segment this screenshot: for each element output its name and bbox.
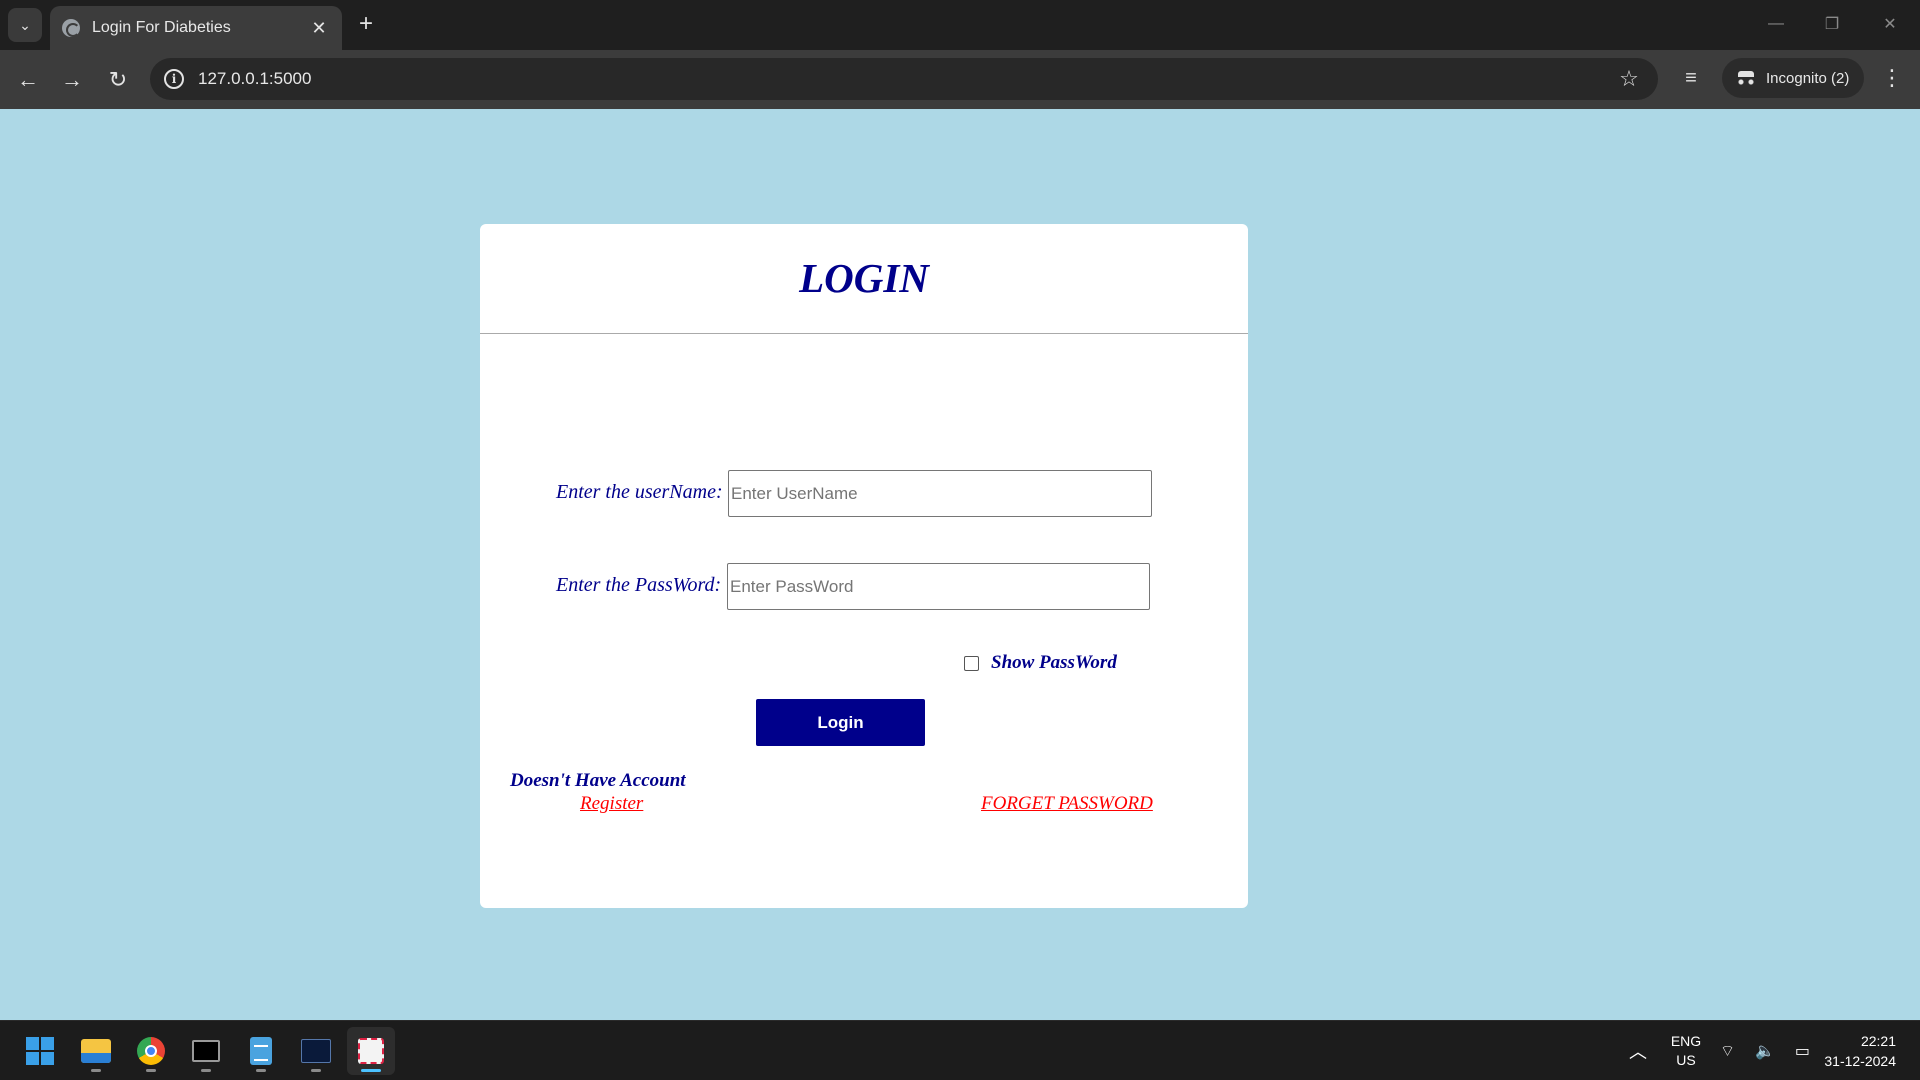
back-button[interactable]: ← xyxy=(12,64,44,96)
incognito-label: Incognito (2) xyxy=(1766,69,1850,87)
close-tab-icon[interactable]: ✕ xyxy=(308,17,330,39)
incognito-indicator[interactable]: Incognito (2) xyxy=(1722,58,1864,98)
chevron-down-icon: ⌄ xyxy=(19,16,31,33)
browser-menu-icon[interactable]: ⋮ xyxy=(1880,63,1904,93)
show-password-checkbox[interactable] xyxy=(964,655,979,671)
bookmark-star-icon[interactable]: ☆ xyxy=(1614,64,1644,94)
battery-icon[interactable]: ▭ xyxy=(1795,1041,1810,1061)
show-password-label: Show PassWord xyxy=(991,652,1117,673)
globe-icon xyxy=(62,19,80,37)
password-label: Enter the PassWord: xyxy=(556,574,722,596)
tab-active[interactable]: Login For Diabeties ✕ xyxy=(50,6,342,50)
incognito-icon xyxy=(1736,71,1756,85)
taskbar: ︿ ENG US ⌔ 🔈 ▭ 22:21 31-12-2024 xyxy=(0,1020,1920,1080)
taskbar-chrome[interactable] xyxy=(127,1027,175,1075)
no-account-text: Doesn't Have Account xyxy=(510,770,686,791)
close-window-button[interactable]: ✕ xyxy=(1870,10,1910,38)
folder-icon xyxy=(81,1039,111,1063)
forget-password-link[interactable]: FORGET PASSWORD xyxy=(981,793,1153,815)
language-code: ENG xyxy=(1670,1033,1702,1049)
browser-toolbar: ← → ↻ i 127.0.0.1:5000 ☆ xyxy=(0,50,1920,109)
minimize-button[interactable]: — xyxy=(1756,10,1796,38)
tab-search-button[interactable]: ⌄ xyxy=(8,8,42,42)
windows-logo-icon xyxy=(26,1037,54,1065)
region-code: US xyxy=(1676,1052,1696,1068)
media-controls-icon[interactable]: ≡ xyxy=(1676,63,1706,93)
tab-title: Login For Diabeties xyxy=(92,19,231,36)
taskbar-notepad[interactable] xyxy=(237,1027,285,1075)
password-input[interactable] xyxy=(727,563,1150,610)
reload-button[interactable]: ↻ xyxy=(102,64,134,96)
running-indicator xyxy=(146,1069,156,1072)
snipping-tool-icon xyxy=(358,1038,384,1064)
url-text[interactable]: 127.0.0.1:5000 xyxy=(198,69,1614,89)
mysql-icon xyxy=(301,1039,331,1063)
tab-strip: ⌄ Login For Diabeties ✕ + — ❐ ✕ xyxy=(0,0,1920,50)
login-card: LOGIN Enter the userName: Enter the Pass… xyxy=(480,224,1248,908)
taskbar-mysql-workbench[interactable] xyxy=(292,1027,340,1075)
system-tray[interactable]: ⌔ 🔈 ▭ xyxy=(1720,1021,1810,1080)
site-info-icon[interactable]: i xyxy=(164,69,184,89)
volume-icon[interactable]: 🔈 xyxy=(1755,1041,1775,1061)
running-indicator xyxy=(201,1069,211,1072)
browser-chrome: ⌄ Login For Diabeties ✕ + — ❐ ✕ ← → ↻ i … xyxy=(0,0,1920,109)
restore-button[interactable]: ❐ xyxy=(1812,10,1852,38)
new-tab-button[interactable]: + xyxy=(352,10,380,38)
running-indicator xyxy=(91,1069,101,1072)
running-indicator xyxy=(311,1069,321,1072)
clock-date: 31-12-2024 xyxy=(1824,1053,1896,1069)
title-divider xyxy=(480,333,1248,334)
wifi-icon[interactable]: ⌔ xyxy=(1720,1041,1735,1061)
taskbar-file-explorer[interactable] xyxy=(72,1027,120,1075)
running-indicator xyxy=(256,1069,266,1072)
username-label: Enter the userName: xyxy=(556,481,723,503)
notepad-icon xyxy=(250,1037,272,1065)
start-button[interactable] xyxy=(16,1027,64,1075)
running-indicator xyxy=(361,1069,381,1072)
register-link[interactable]: Register xyxy=(580,793,643,815)
chrome-icon xyxy=(137,1037,165,1065)
terminal-icon xyxy=(192,1040,220,1062)
address-bar[interactable]: i 127.0.0.1:5000 ☆ xyxy=(150,58,1658,100)
username-input[interactable] xyxy=(728,470,1152,517)
page-title: LOGIN xyxy=(799,255,929,301)
show-hidden-icons-chevron-icon[interactable]: ︿ xyxy=(1626,1021,1650,1080)
clock-time: 22:21 xyxy=(1860,1033,1896,1049)
clock[interactable]: 22:21 31-12-2024 xyxy=(1818,1021,1914,1080)
login-button[interactable]: Login xyxy=(756,699,925,746)
taskbar-snipping-tool[interactable] xyxy=(347,1027,395,1075)
taskbar-terminal[interactable] xyxy=(182,1027,230,1075)
show-password-toggle[interactable]: Show PassWord xyxy=(964,652,1117,674)
language-indicator[interactable]: ENG US xyxy=(1668,1021,1704,1080)
forward-button[interactable]: → xyxy=(56,64,88,96)
